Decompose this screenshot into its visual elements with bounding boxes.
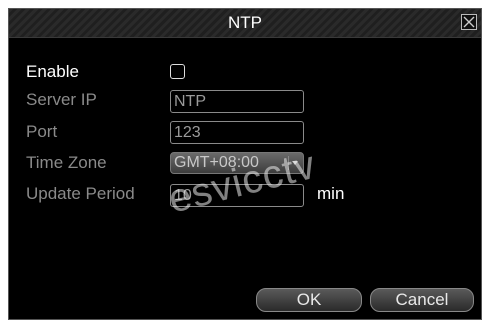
close-x-icon bbox=[463, 16, 475, 28]
update-period-unit: min bbox=[317, 184, 345, 203]
port-label: Port bbox=[26, 122, 58, 141]
port-field[interactable]: 123 bbox=[170, 121, 304, 144]
update-period-label: Update Period bbox=[26, 184, 135, 203]
cancel-button[interactable]: Cancel bbox=[370, 288, 474, 312]
dialog-title: NTP bbox=[228, 13, 262, 32]
ok-button[interactable]: OK bbox=[256, 288, 362, 312]
enable-label: Enable bbox=[26, 62, 79, 81]
close-button[interactable] bbox=[461, 14, 477, 30]
enable-checkbox[interactable] bbox=[170, 64, 185, 79]
server-ip-field[interactable]: NTP bbox=[170, 90, 304, 113]
server-ip-label: Server IP bbox=[26, 90, 97, 109]
time-zone-label: Time Zone bbox=[26, 153, 107, 172]
ntp-dialog: NTP Enable Server IP NTP Port 123 Time Z… bbox=[8, 8, 482, 320]
title-bar: NTP bbox=[9, 9, 481, 38]
